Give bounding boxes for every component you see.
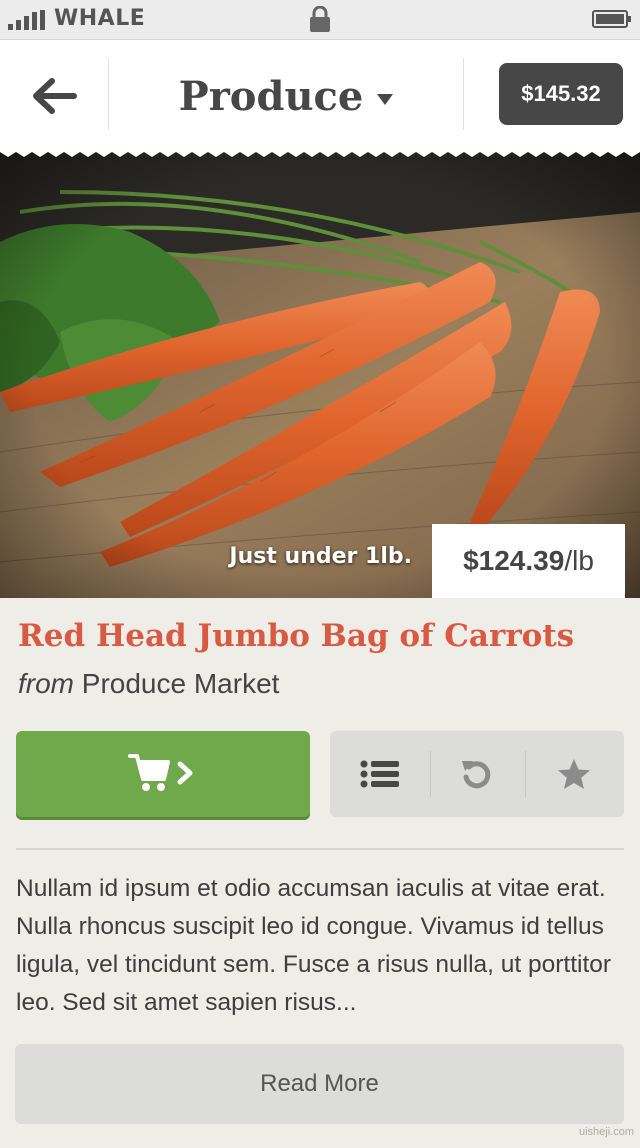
vendor-link[interactable]: Produce Market: [82, 668, 280, 699]
category-dropdown[interactable]: Produce: [110, 40, 462, 152]
undo-icon: [462, 761, 491, 789]
favorite-button[interactable]: [526, 731, 622, 817]
app-header: Produce $145.32: [0, 40, 640, 152]
battery-icon: [592, 10, 631, 28]
from-label: from: [18, 668, 74, 699]
arrow-left-icon: [33, 78, 77, 114]
add-to-list-button[interactable]: [332, 731, 428, 817]
cart-icon: [128, 754, 170, 791]
product-description: Nullam id ipsum et odio accumsan iaculis…: [16, 875, 612, 1016]
chevron-right-icon: [177, 761, 193, 785]
add-to-cart-button[interactable]: [16, 731, 310, 817]
carrier-name: WHALE: [54, 6, 146, 31]
caret-down-icon: [377, 93, 394, 105]
read-more-button[interactable]: Read More: [15, 1044, 624, 1124]
header-divider: [463, 58, 464, 130]
cart-total-button[interactable]: $145.32: [499, 63, 623, 125]
star-icon: [558, 759, 590, 789]
lock-icon: [310, 6, 330, 32]
status-bar: WHALE: [0, 0, 640, 40]
header-zigzag-edge: [0, 148, 640, 157]
signal-bars-icon: [8, 10, 48, 30]
price-unit: /lb: [564, 545, 594, 576]
back-button[interactable]: [0, 40, 108, 152]
secondary-actions: [330, 731, 624, 817]
header-divider: [108, 58, 109, 130]
page-title: Produce: [178, 72, 364, 120]
watermark: uisheji.com: [578, 1126, 634, 1138]
undo-button[interactable]: [429, 731, 525, 817]
price-value: $124.39: [463, 545, 565, 576]
product-name: Red Head Jumbo Bag of Carrots: [18, 618, 575, 654]
price-per-unit: $124.39/lb: [432, 524, 625, 598]
weight-note: Just under 1lb.: [229, 544, 412, 569]
section-divider: [16, 848, 624, 850]
list-icon: [360, 760, 399, 788]
vendor-line: from Produce Market: [18, 668, 279, 700]
